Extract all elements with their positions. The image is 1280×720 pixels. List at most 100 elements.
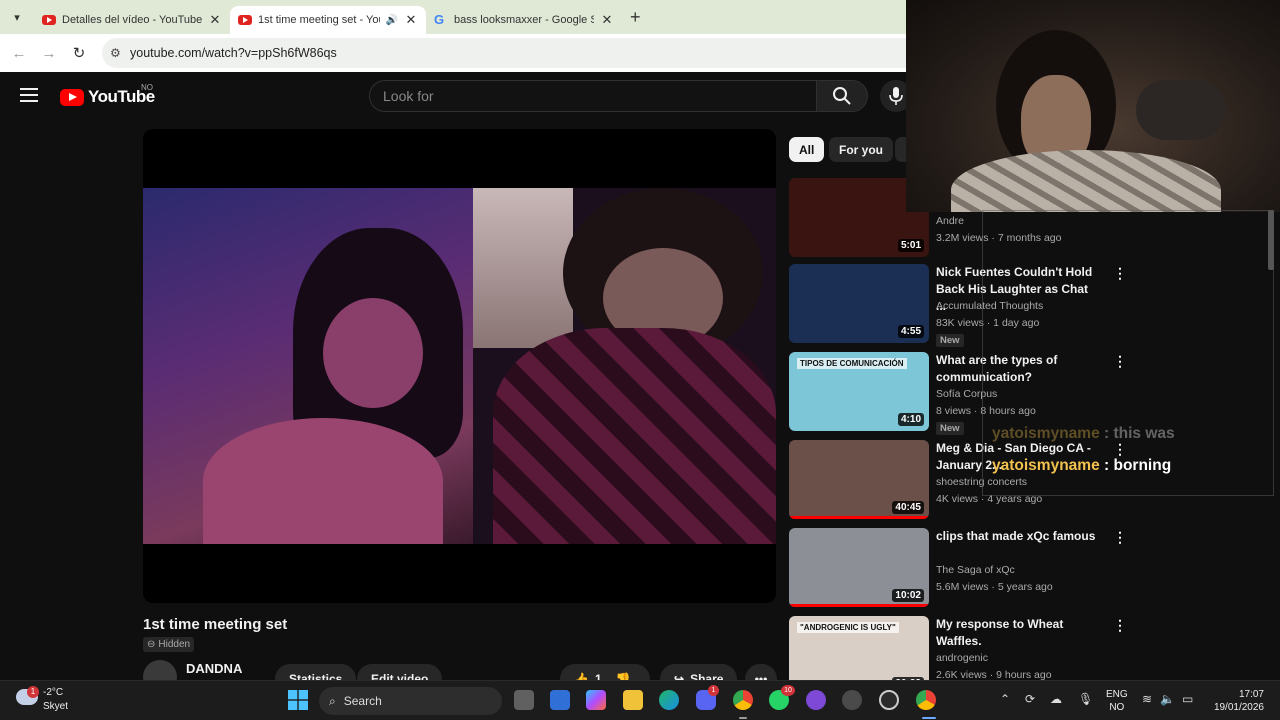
tab-title: Detalles del vídeo - YouTube Studio — [62, 14, 202, 26]
tab-google-search[interactable]: G bass looksmaxxer - Google Search ✕ — [426, 6, 622, 34]
tab-title: 1st time meeting set - YouTube — [258, 14, 380, 26]
video-thumbnail[interactable]: 4:55 — [789, 264, 929, 343]
chip-for-you[interactable]: For you — [829, 137, 893, 162]
windows-taskbar: 1 -2°C Skyet ⌕ Search 1 10 ⌃ ⟳ ☁ 🎙 ENG N… — [0, 680, 1280, 720]
watch-progress-bar — [789, 516, 929, 519]
chip-next[interactable] — [895, 137, 906, 162]
clock-time: 17:07 — [1238, 689, 1264, 700]
edge-browser-icon[interactable] — [659, 690, 679, 710]
whatsapp-badge: 10 — [781, 685, 795, 696]
settings-gear-icon[interactable] — [842, 690, 862, 710]
chat-message: yatoismyname : this was — [992, 425, 1175, 443]
menu-hamburger-icon[interactable] — [20, 88, 38, 102]
thumbnail-caption: "ANDROGENIC IS UGLY" — [797, 622, 899, 633]
file-explorer-icon[interactable] — [623, 690, 643, 710]
clock-date: 19/01/2026 — [1213, 702, 1264, 713]
video-title: 1st time meeting set — [143, 616, 288, 633]
video-title-link[interactable]: My response to Wheat Waffles. — [936, 616, 1101, 650]
windows-start-icon[interactable] — [288, 690, 308, 710]
youtube-favicon-icon — [42, 15, 56, 25]
weather-condition: Skyet — [43, 701, 69, 712]
weather-badge: 1 — [27, 686, 39, 698]
close-tab-icon[interactable]: ✕ — [600, 12, 614, 28]
taskbar-search[interactable]: ⌕ Search — [319, 687, 502, 715]
forward-arrow-icon[interactable]: → — [34, 45, 64, 62]
wifi-icon[interactable]: ≋ — [1142, 692, 1152, 706]
channel-name[interactable]: DANDNA — [186, 661, 242, 676]
tab-youtube-studio[interactable]: Detalles del vídeo - YouTube Studio ✕ — [34, 6, 230, 34]
video-title-link[interactable]: clips that made xQc famous — [936, 528, 1101, 545]
youtube-favicon-icon — [238, 15, 252, 25]
language-indicator[interactable]: ENG NO — [1106, 688, 1128, 714]
back-arrow-icon[interactable]: ← — [4, 45, 34, 62]
more-vertical-icon[interactable]: ⋮ — [1113, 530, 1127, 544]
system-clock[interactable]: 17:07 19/01/2026 — [1204, 688, 1264, 714]
video-thumbnail[interactable]: TIPOS DE COMUNICACIÓN 4:10 — [789, 352, 929, 431]
video-duration: 5:01 — [897, 239, 924, 252]
google-favicon-icon: G — [434, 12, 445, 27]
visibility-label: Hidden — [158, 639, 191, 650]
tab-search-chevron-icon[interactable]: ▾ — [0, 0, 34, 34]
chat-app-icon[interactable] — [806, 690, 826, 710]
country-code: NO — [141, 83, 153, 92]
microphone-icon[interactable]: 🎙 — [1078, 692, 1093, 706]
tab-title: bass looksmaxxer - Google Search — [454, 14, 594, 26]
store-icon[interactable] — [550, 690, 570, 710]
close-tab-icon[interactable]: ✕ — [404, 12, 418, 28]
copilot-icon[interactable] — [586, 690, 606, 710]
search-icon — [833, 87, 851, 105]
watch-progress-bar — [789, 604, 929, 607]
chat-overlay-box — [982, 210, 1274, 496]
more-vertical-icon[interactable]: ⋮ — [1113, 618, 1127, 632]
steam-icon[interactable] — [879, 690, 899, 710]
cloud-icon[interactable]: ☁ — [1050, 692, 1062, 706]
thumbnail-caption: TIPOS DE COMUNICACIÓN — [797, 358, 907, 369]
search-input[interactable]: Look for — [369, 80, 817, 112]
video-duration: 4:10 — [897, 413, 924, 426]
chevron-up-icon[interactable]: ⌃ — [1000, 692, 1010, 706]
keyboard-layout: NO — [1109, 702, 1125, 713]
webcam-overlay — [906, 0, 1280, 212]
new-badge: New — [936, 334, 964, 347]
video-frame — [143, 188, 776, 544]
video-player[interactable] — [143, 129, 776, 603]
visibility-badge: ⊖ Hidden — [143, 637, 195, 652]
temperature: -2°C — [43, 687, 64, 698]
chat-text: : this was — [1104, 425, 1175, 442]
video-channel[interactable]: Andre — [936, 215, 964, 227]
chip-all[interactable]: All — [789, 137, 825, 162]
search-button[interactable] — [816, 80, 868, 112]
video-channel[interactable]: androgenic — [936, 652, 988, 664]
video-duration: 10:02 — [892, 589, 924, 602]
speaker-icon[interactable]: 🔊 — [386, 15, 398, 26]
video-thumbnail[interactable]: 10:02 — [789, 528, 929, 607]
site-settings-icon[interactable]: ⚙ — [110, 46, 130, 60]
reload-icon[interactable]: ↻ — [64, 44, 94, 62]
battery-icon[interactable]: ▭ — [1182, 692, 1193, 706]
chat-text: : borning — [1104, 457, 1172, 474]
video-stats: 5.6M views · 5 years ago — [936, 581, 1053, 593]
video-thumbnail[interactable]: 40:45 — [789, 440, 929, 519]
video-duration: 4:55 — [897, 325, 924, 338]
browser-tab-bar: ▾ Detalles del vídeo - YouTube Studio ✕ … — [0, 0, 906, 34]
link-hidden-icon: ⊖ — [147, 639, 156, 650]
discord-badge: 1 — [708, 685, 719, 696]
tab-current-video[interactable]: 1st time meeting set - YouTube 🔊 ✕ — [230, 6, 426, 34]
new-tab-plus-icon[interactable]: + — [630, 7, 641, 28]
volume-icon[interactable]: 🔈 — [1160, 692, 1175, 706]
url-field[interactable]: ⚙ youtube.com/watch?v=ppSh6fW86qs — [102, 38, 922, 68]
search-icon: ⌕ — [329, 693, 336, 708]
microphone-icon — [889, 87, 903, 105]
youtube-play-logo-icon — [60, 88, 84, 106]
chat-message: yatoismyname : borning — [992, 457, 1171, 475]
youtube-header: YouTube NO Look for — [0, 72, 912, 120]
chrome-profile-icon[interactable] — [916, 690, 936, 710]
chrome-icon[interactable] — [733, 690, 753, 710]
sync-icon[interactable]: ⟳ — [1025, 692, 1035, 706]
close-tab-icon[interactable]: ✕ — [208, 12, 222, 28]
task-view-icon[interactable] — [514, 690, 534, 710]
video-channel[interactable]: The Saga of xQc — [936, 564, 1015, 576]
taskbar-search-label: Search — [343, 694, 382, 708]
chat-scrollbar[interactable] — [1268, 210, 1274, 270]
video-duration: 40:45 — [892, 501, 924, 514]
